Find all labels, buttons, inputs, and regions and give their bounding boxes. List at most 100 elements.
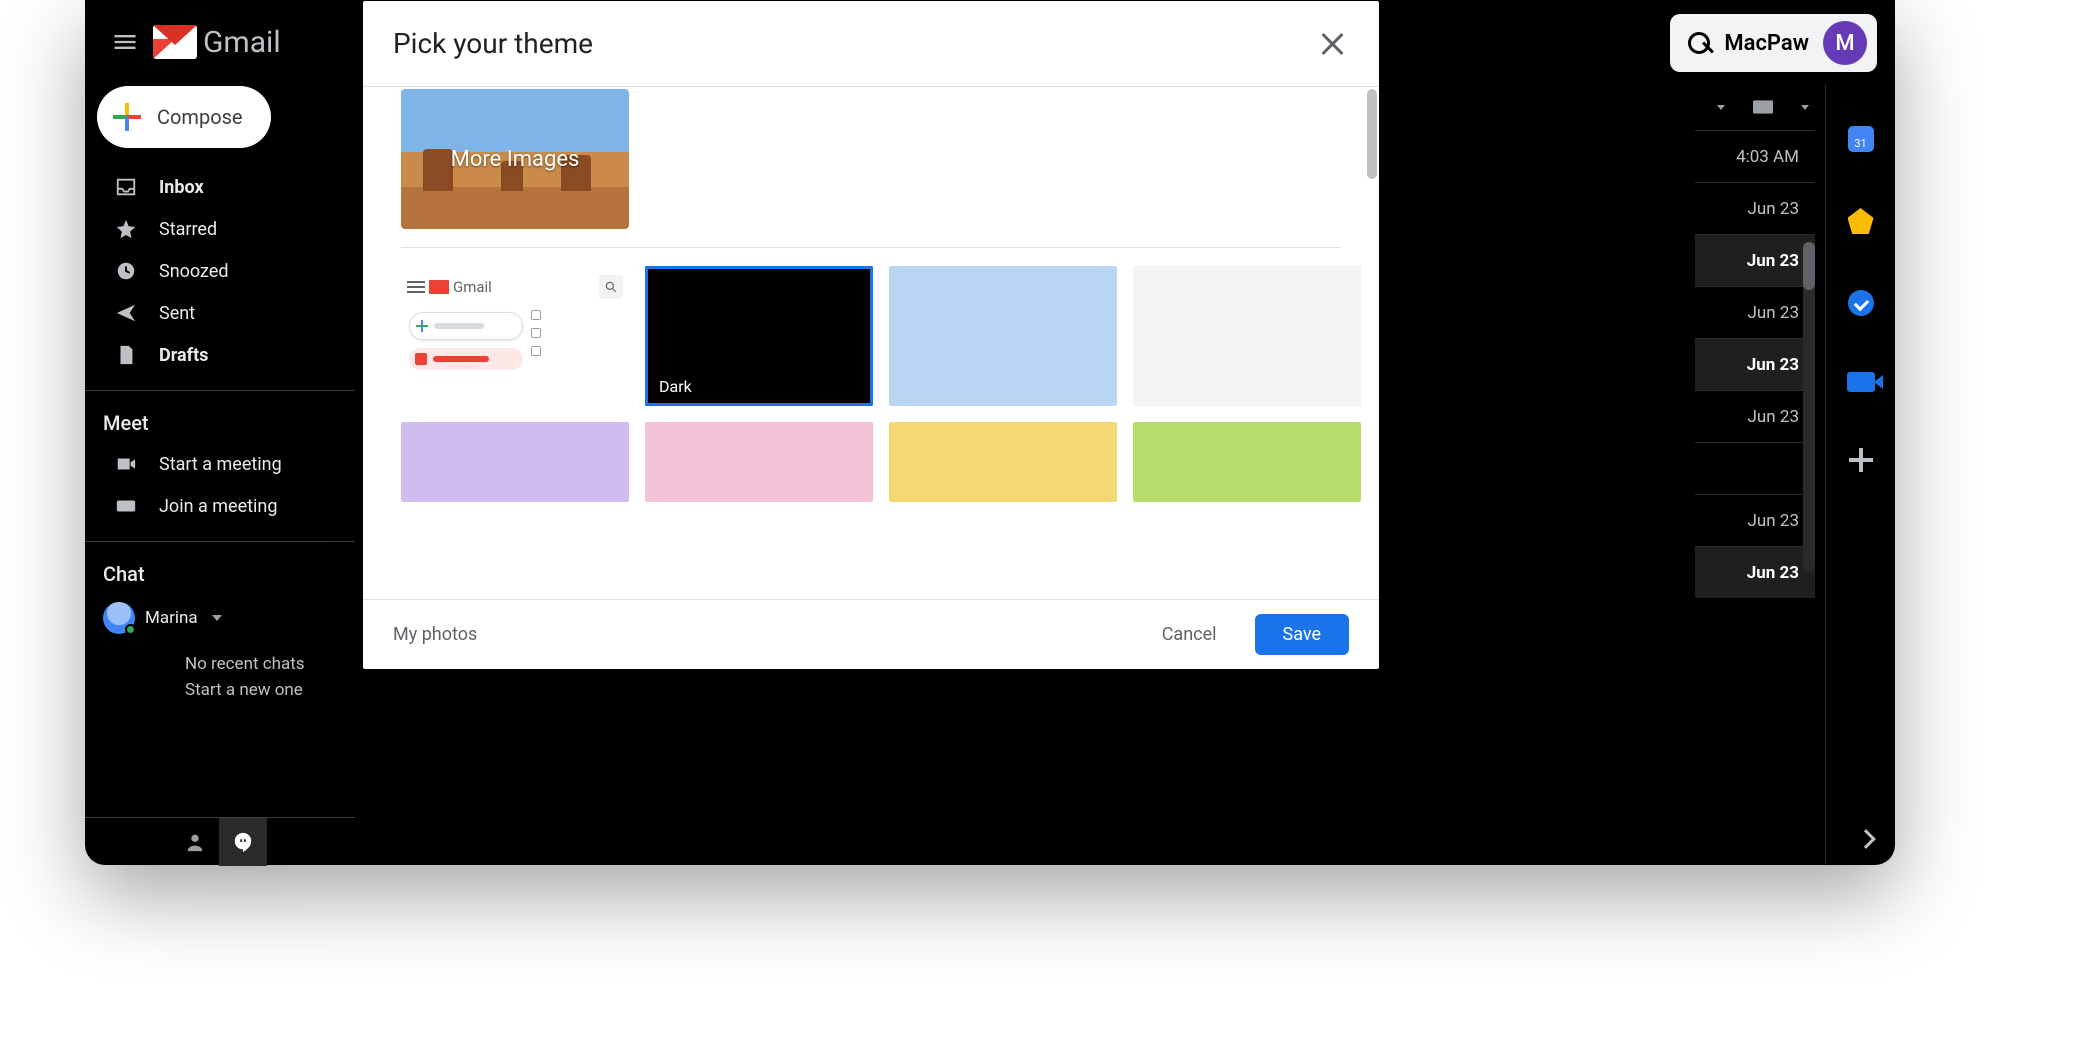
divider (401, 247, 1341, 248)
modal-title: Pick your theme (393, 27, 593, 60)
meet-start[interactable]: Start a meeting (85, 443, 355, 485)
file-icon (115, 344, 137, 366)
chevron-down-icon[interactable] (1717, 105, 1725, 110)
my-photos-link[interactable]: My photos (393, 624, 477, 645)
modal-scrollbar[interactable] (1367, 89, 1377, 179)
user-avatar-icon (103, 602, 135, 634)
meet-join-label: Join a meeting (159, 496, 277, 517)
theme-grid: Gmail Dark (401, 266, 1341, 502)
scrollbar-thumb[interactable] (1803, 242, 1815, 290)
org-name: MacPaw (1724, 31, 1809, 56)
chat-user-row[interactable]: Marina (85, 594, 355, 634)
calendar-icon[interactable]: 31 (1848, 126, 1874, 152)
mail-row[interactable]: Jun 23 (1695, 338, 1815, 390)
theme-picker-modal: Pick your theme More Images Gmail Dark My… (363, 1, 1379, 669)
preview-compose (409, 312, 523, 340)
sidebar-label: Starred (159, 219, 217, 240)
add-addon-icon[interactable] (1849, 448, 1873, 472)
theme-swatch-dark[interactable]: Dark (645, 266, 873, 406)
mail-row[interactable]: Jun 23 (1695, 494, 1815, 546)
theme-swatch-mustard[interactable] (889, 422, 1117, 502)
gmail-logo[interactable]: Gmail (153, 25, 281, 60)
meet-join[interactable]: Join a meeting (85, 485, 355, 527)
tab-contacts[interactable] (171, 818, 219, 866)
sidebar-item-drafts[interactable]: Drafts (85, 334, 355, 376)
keyboard-shortcut-icon[interactable] (1753, 100, 1773, 114)
inbox-icon (115, 176, 137, 198)
send-icon (115, 302, 137, 324)
search-icon (599, 275, 623, 299)
sidebar-item-inbox[interactable]: Inbox (85, 166, 355, 208)
swatch-label: Dark (659, 377, 692, 396)
mail-row[interactable]: 4:03 AM (1695, 130, 1815, 182)
sidebar-item-starred[interactable]: Starred (85, 208, 355, 250)
keep-icon[interactable] (1848, 208, 1874, 234)
bottom-tabs (85, 817, 355, 865)
tab-phone[interactable] (267, 818, 315, 866)
hamburger-icon (111, 28, 139, 56)
chat-empty-line1: No recent chats (185, 652, 355, 678)
preview-checkbox (531, 328, 541, 338)
theme-swatch-wasabi[interactable] (1133, 422, 1361, 502)
star-icon (115, 218, 137, 240)
mail-row[interactable]: Jun 23 (1695, 390, 1815, 442)
preview-inbox-row (409, 348, 523, 370)
chat-header: Chat (85, 541, 355, 594)
sidebar-label: Inbox (159, 177, 204, 198)
mail-row[interactable]: Jun 23 (1695, 234, 1815, 286)
more-images-tile[interactable]: More Images (401, 89, 629, 229)
account-switcher[interactable]: MacPaw M (1670, 14, 1877, 72)
mail-toolbar (1695, 84, 1815, 130)
cancel-button[interactable]: Cancel (1152, 616, 1227, 653)
theme-swatch-lavender[interactable] (401, 422, 629, 502)
theme-swatch-blue[interactable] (889, 266, 1117, 406)
modal-body: More Images Gmail Dark (363, 87, 1379, 599)
preview-checkbox (531, 310, 541, 320)
mail-row[interactable]: Jun 23 (1695, 286, 1815, 338)
preview-checkbox (531, 346, 541, 356)
chevron-down-icon[interactable] (1801, 105, 1809, 110)
tab-hangouts[interactable] (219, 818, 267, 866)
gmail-envelope-icon (153, 25, 197, 59)
sidebar: Compose Inbox Starred Snoozed Sent Draft… (85, 86, 355, 703)
sidebar-label: Snoozed (159, 261, 229, 282)
mail-scrollbar[interactable] (1803, 242, 1815, 572)
chat-empty-state: No recent chats Start a new one (85, 634, 355, 703)
mail-row[interactable]: Jun 23 (1695, 546, 1815, 598)
preview-brand: Gmail (453, 278, 492, 296)
video-icon (115, 453, 137, 475)
collapse-panel-icon[interactable] (1856, 829, 1876, 849)
clock-icon (115, 260, 137, 282)
sidebar-item-sent[interactable]: Sent (85, 292, 355, 334)
theme-swatch-rose[interactable] (645, 422, 873, 502)
avatar[interactable]: M (1823, 21, 1867, 65)
main-menu-button[interactable] (101, 18, 149, 66)
theme-swatch-soft-gray[interactable] (1133, 266, 1361, 406)
mail-row[interactable]: Jun 23 (1695, 182, 1815, 234)
chat-empty-line2: Start a new one (185, 678, 355, 704)
tasks-icon[interactable] (1848, 290, 1874, 316)
keyboard-icon (115, 495, 137, 517)
sidebar-label: Drafts (159, 345, 208, 366)
meet-header: Meet (85, 390, 355, 443)
sidebar-label: Sent (159, 303, 195, 324)
compose-button[interactable]: Compose (97, 86, 271, 148)
mail-list-column: 4:03 AMJun 23Jun 23Jun 23Jun 23Jun 23Jun… (1695, 84, 1815, 598)
theme-swatch-default[interactable]: Gmail (401, 266, 629, 406)
meet-start-label: Start a meeting (159, 454, 282, 475)
sidebar-item-snoozed[interactable]: Snoozed (85, 250, 355, 292)
compose-label: Compose (157, 105, 243, 129)
org-logo-icon (1688, 32, 1710, 54)
modal-footer: My photos Cancel Save (363, 599, 1379, 669)
person-icon (184, 831, 206, 853)
close-button[interactable] (1317, 28, 1349, 60)
save-button[interactable]: Save (1255, 614, 1350, 655)
mail-row[interactable] (1695, 442, 1815, 494)
meet-icon[interactable] (1847, 372, 1875, 392)
hangouts-icon (232, 831, 254, 853)
brand-text: Gmail (203, 25, 281, 60)
plus-icon (113, 103, 141, 131)
modal-header: Pick your theme (363, 1, 1379, 87)
chat-user-name: Marina (145, 608, 198, 628)
gmail-envelope-icon (429, 280, 449, 294)
